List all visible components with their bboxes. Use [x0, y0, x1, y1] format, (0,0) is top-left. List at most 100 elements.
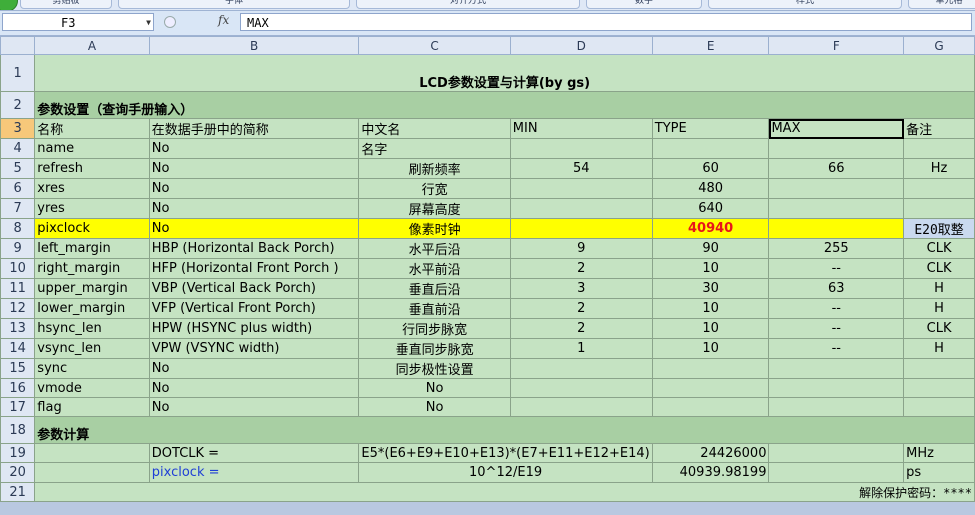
ribbon-group-styles[interactable]: 样式: [708, 0, 902, 9]
dotclk-result-cell[interactable]: 24426000: [651, 443, 770, 463]
cell[interactable]: ps: [903, 462, 975, 483]
insert-function-icon[interactable]: fx: [218, 13, 229, 27]
cell[interactable]: xres: [34, 178, 150, 199]
cell[interactable]: MIN: [509, 118, 653, 139]
cell[interactable]: No: [358, 378, 511, 398]
cell[interactable]: VPW (VSYNC width): [148, 338, 360, 359]
cell[interactable]: left_margin: [34, 238, 150, 259]
cell[interactable]: [509, 218, 653, 239]
column-header-b[interactable]: B: [148, 36, 360, 55]
column-header-g[interactable]: G: [903, 36, 975, 55]
cell[interactable]: CLK: [903, 258, 975, 279]
cell[interactable]: HFP (Horizontal Front Porch ): [148, 258, 360, 279]
cell[interactable]: [34, 443, 150, 463]
row-header[interactable]: 20: [0, 462, 36, 483]
cell[interactable]: [768, 397, 905, 417]
cell[interactable]: No: [358, 397, 511, 417]
cell[interactable]: 10: [651, 258, 770, 279]
row-header[interactable]: 8: [0, 218, 36, 239]
section-header-settings[interactable]: 参数设置（查询手册输入）: [34, 91, 975, 119]
cell[interactable]: 2: [509, 258, 653, 279]
cell[interactable]: 66: [768, 158, 905, 179]
cell[interactable]: [509, 378, 653, 398]
cell[interactable]: 9: [509, 238, 653, 259]
cell[interactable]: [768, 358, 905, 379]
cell[interactable]: --: [768, 258, 905, 279]
cell[interactable]: 63: [768, 278, 905, 299]
cell[interactable]: CLK: [903, 318, 975, 339]
pixclock-result-cell[interactable]: 40940: [651, 218, 770, 239]
cell[interactable]: right_margin: [34, 258, 150, 279]
ribbon-group-cells[interactable]: 单元格: [908, 0, 975, 9]
cell[interactable]: No: [148, 218, 360, 239]
cell[interactable]: No: [148, 178, 360, 199]
cell[interactable]: No: [148, 198, 360, 219]
select-all-corner[interactable]: [0, 36, 36, 55]
cell[interactable]: [651, 397, 770, 417]
cell[interactable]: [768, 462, 905, 483]
cell[interactable]: --: [768, 298, 905, 319]
office-button[interactable]: [0, 0, 18, 10]
cell[interactable]: 在数据手册中的简称: [148, 118, 360, 139]
cell[interactable]: H: [903, 338, 975, 359]
cell[interactable]: 垂直同步脉宽: [358, 338, 511, 359]
cell[interactable]: vmode: [34, 378, 150, 398]
ribbon-group-font[interactable]: 字体: [118, 0, 350, 9]
cell[interactable]: 水平前沿: [358, 258, 511, 279]
cell[interactable]: lower_margin: [34, 298, 150, 319]
cell[interactable]: 10: [651, 318, 770, 339]
cell[interactable]: [768, 198, 905, 219]
dotclk-formula-cell[interactable]: E5*(E6+E9+E10+E13)*(E7+E11+E12+E14): [358, 443, 653, 463]
cell[interactable]: No: [148, 378, 360, 398]
cell[interactable]: MHz: [903, 443, 975, 463]
row-header[interactable]: 16: [0, 378, 36, 398]
cell[interactable]: [768, 378, 905, 398]
cell[interactable]: H: [903, 278, 975, 299]
cell[interactable]: HBP (Horizontal Back Porch): [148, 238, 360, 259]
cell[interactable]: 10: [651, 338, 770, 359]
cell[interactable]: vsync_len: [34, 338, 150, 359]
cell[interactable]: 30: [651, 278, 770, 299]
cell[interactable]: VBP (Vertical Back Porch): [148, 278, 360, 299]
cell[interactable]: 10: [651, 298, 770, 319]
section-header-calculation[interactable]: 参数计算: [34, 416, 975, 444]
cell[interactable]: [903, 198, 975, 219]
cell[interactable]: 2: [509, 298, 653, 319]
cell[interactable]: [903, 138, 975, 159]
row-header[interactable]: 12: [0, 298, 36, 319]
chevron-down-icon[interactable]: ▼: [146, 14, 151, 32]
cell[interactable]: [903, 397, 975, 417]
cell[interactable]: [651, 138, 770, 159]
row-header[interactable]: 19: [0, 443, 36, 463]
cell[interactable]: 垂直前沿: [358, 298, 511, 319]
cell[interactable]: [509, 358, 653, 379]
row-header[interactable]: 7: [0, 198, 36, 219]
cell[interactable]: HPW (HSYNC plus width): [148, 318, 360, 339]
column-header-a[interactable]: A: [34, 36, 150, 55]
row-header[interactable]: 10: [0, 258, 36, 279]
cell[interactable]: [509, 138, 653, 159]
cell[interactable]: DOTCLK =: [148, 443, 360, 463]
protection-password-note[interactable]: 解除保护密码：****: [34, 482, 975, 502]
ribbon-group-alignment[interactable]: 对齐方式: [356, 0, 580, 9]
cell[interactable]: Hz: [903, 158, 975, 179]
cell[interactable]: 54: [509, 158, 653, 179]
row-header[interactable]: 6: [0, 178, 36, 199]
cell[interactable]: 备注: [903, 118, 975, 139]
column-header-c[interactable]: C: [358, 36, 511, 55]
name-box[interactable]: F3 ▼: [2, 13, 154, 31]
row-header[interactable]: 18: [0, 416, 36, 444]
cell[interactable]: 中文名: [358, 118, 511, 139]
cell[interactable]: [509, 198, 653, 219]
ribbon-group-number[interactable]: 数字: [586, 0, 702, 9]
cell[interactable]: pixclock: [34, 218, 150, 239]
cell[interactable]: [768, 178, 905, 199]
pixclock-formula-cell[interactable]: 10^12/E19: [358, 462, 653, 483]
row-header[interactable]: 11: [0, 278, 36, 299]
sheet-title[interactable]: LCD参数设置与计算(by gs): [34, 54, 975, 92]
cell[interactable]: No: [148, 138, 360, 159]
cell[interactable]: name: [34, 138, 150, 159]
cell[interactable]: H: [903, 298, 975, 319]
cell[interactable]: No: [148, 158, 360, 179]
cell[interactable]: [768, 138, 905, 159]
